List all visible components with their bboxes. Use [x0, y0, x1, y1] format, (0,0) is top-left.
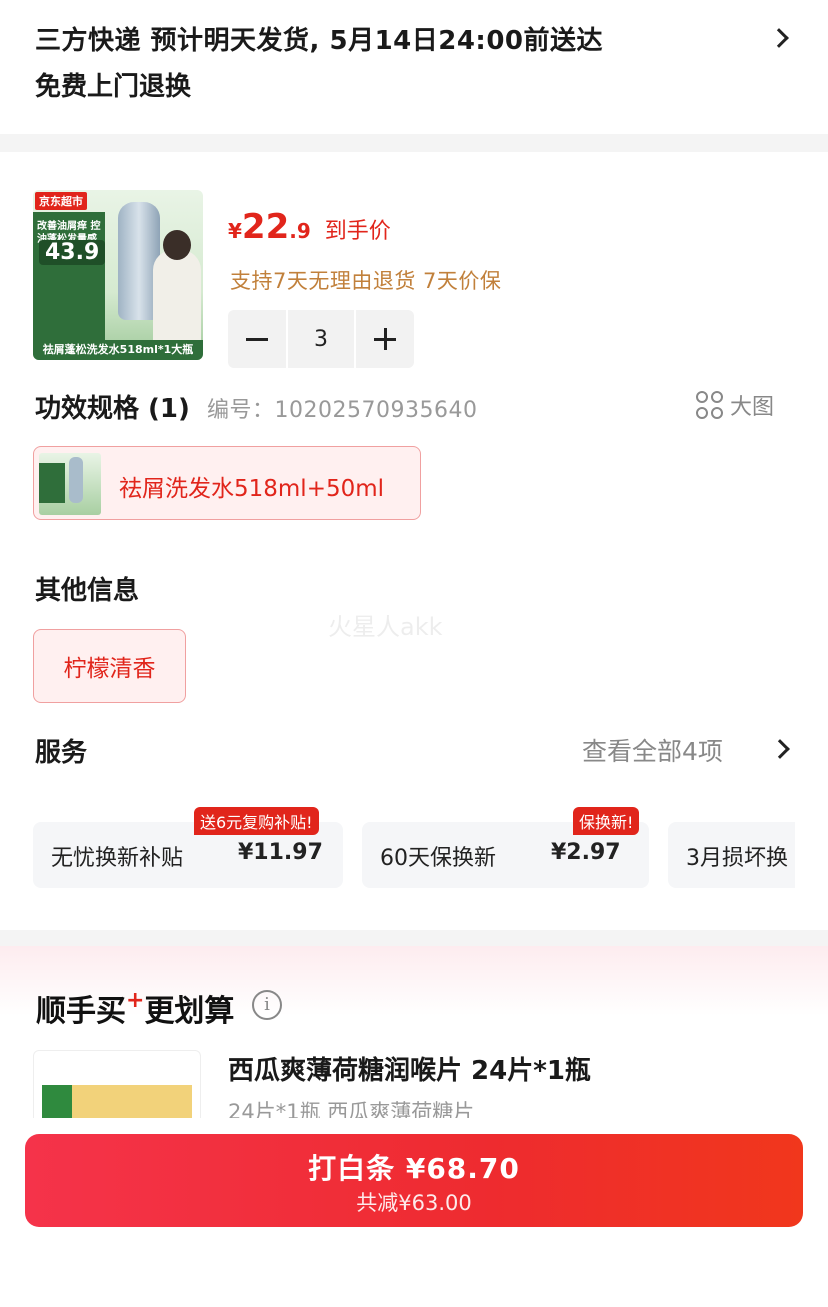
- recommend-title: 顺手买+更划算: [36, 986, 234, 1030]
- decrease-button[interactable]: [228, 310, 286, 368]
- currency-symbol: ¥: [228, 219, 242, 243]
- promo-price: 43.9: [39, 240, 106, 265]
- price-decimal: .9: [289, 219, 311, 243]
- final-price: ¥ 22 .9 到手价: [228, 207, 391, 247]
- pay-button-label: 打白条 ¥68.70: [308, 1152, 520, 1185]
- model-image: [153, 250, 201, 340]
- brand-badge: 京东超市: [35, 192, 87, 210]
- chevron-right-icon[interactable]: [769, 28, 789, 48]
- service-name: 3月损坏换: [686, 846, 788, 871]
- grid-icon: [696, 391, 724, 419]
- increase-button[interactable]: [356, 310, 414, 368]
- thumbnail-caption: 祛屑蓬松洗发水518ml*1大瓶: [33, 340, 203, 360]
- product-thumbnail[interactable]: 改善油屑痒 控油蓬松发量感 43.9 京东超市 祛屑蓬松洗发水518ml*1大瓶: [33, 190, 203, 360]
- recommend-item-name[interactable]: 西瓜爽薄荷糖润喉片 24片*1瓶: [228, 1050, 591, 1087]
- pay-button[interactable]: 打白条 ¥68.70 共减¥63.00: [25, 1134, 803, 1227]
- delivery-card[interactable]: 三方快递 预计明天发货, 5月14日24:00前送达 免费上门退换: [0, 0, 828, 134]
- product-card: 改善油屑痒 控油蓬松发量感 43.9 京东超市 祛屑蓬松洗发水518ml*1大瓶…: [0, 152, 828, 930]
- spec-title: 功效规格 (1): [35, 394, 190, 424]
- services-view-all[interactable]: 查看全部4项: [582, 732, 723, 768]
- quantity-stepper: 3: [228, 310, 414, 368]
- discount-label: 共减¥63.00: [356, 1191, 472, 1215]
- product-code: 编号：10202570935640: [207, 398, 478, 423]
- return-policy: 支持7天无理由退货 7天价保: [230, 269, 502, 293]
- model-head-image: [163, 230, 191, 260]
- recommend-title-text: 顺手买+更划算: [36, 988, 235, 1029]
- chevron-right-icon[interactable]: [770, 739, 790, 759]
- minus-icon: [246, 337, 268, 341]
- recommend-plus-mark: +: [126, 988, 145, 1013]
- spec-option-selected[interactable]: 祛屑洗发水518ml+50ml: [33, 446, 421, 520]
- services-title: 服务: [35, 738, 88, 768]
- big-image-toggle[interactable]: 大图: [696, 389, 774, 421]
- service-name: 无忧换新补贴: [51, 846, 184, 871]
- plus-icon: [374, 328, 396, 350]
- service-badge: 送6元复购补贴!: [194, 807, 319, 835]
- spec-option-thumbnail: [39, 453, 101, 515]
- watermark: 火星人akk: [328, 613, 443, 641]
- scent-option-selected[interactable]: 柠檬清香: [33, 629, 186, 703]
- checkout-bar: 打白条 ¥68.70 共减¥63.00: [0, 1118, 828, 1307]
- big-image-label: 大图: [730, 395, 775, 420]
- service-price: ¥11.97: [238, 840, 323, 865]
- service-list: 无忧换新补贴 ¥11.97 60天保换新 ¥2.97 3月损坏换: [33, 822, 795, 892]
- free-return-label: 免费上门退换: [35, 72, 192, 102]
- info-icon[interactable]: i: [252, 990, 282, 1020]
- service-card[interactable]: 3月损坏换: [668, 822, 795, 888]
- price-label: 到手价: [324, 219, 391, 244]
- service-name: 60天保换新: [380, 846, 496, 871]
- spec-option-label: 祛屑洗发水518ml+50ml: [119, 476, 385, 502]
- service-price: ¥2.97: [551, 840, 621, 865]
- delivery-estimate: 三方快递 预计明天发货, 5月14日24:00前送达: [35, 26, 604, 56]
- service-badge: 保换新!: [573, 807, 640, 835]
- other-info-title: 其他信息: [35, 576, 140, 606]
- quantity-value[interactable]: 3: [288, 310, 354, 368]
- price-integer: 22: [241, 207, 290, 247]
